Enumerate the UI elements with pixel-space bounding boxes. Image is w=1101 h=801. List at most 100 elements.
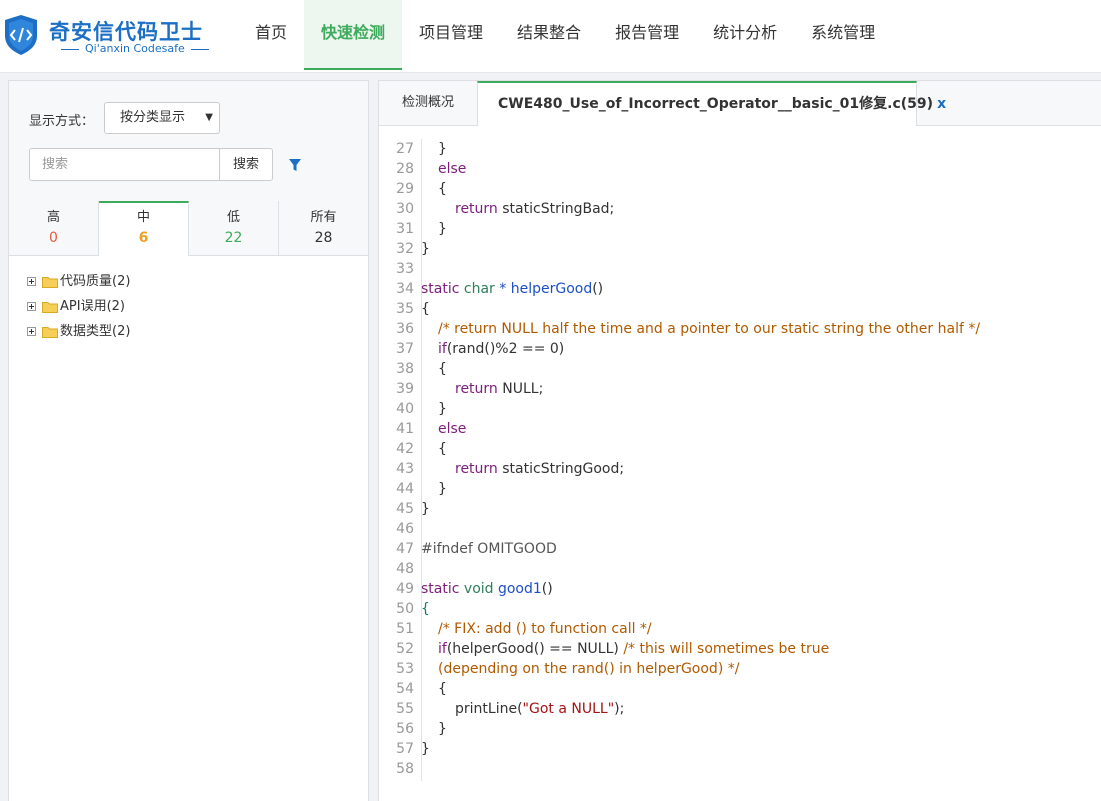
code-token: { (438, 361, 447, 377)
shield-code-icon (5, 15, 37, 55)
tree-item[interactable]: 数据类型(2) (27, 319, 130, 344)
code-text: else (421, 421, 466, 437)
line-number: 31 (396, 221, 414, 237)
close-icon[interactable]: x (937, 96, 946, 112)
display-mode-label: 显示方式： (29, 114, 95, 129)
code-token: return (455, 461, 498, 477)
line-number: 33 (396, 261, 414, 277)
app-logo[interactable]: 奇安信代码卫士 Qi'anxin Codesafe (3, 14, 213, 58)
nav-item[interactable]: 快速检测 (304, 0, 403, 70)
tab-overview[interactable]: 检测概况 (379, 81, 477, 125)
line-number: 36 (396, 321, 414, 337)
code-token: /* return NULL half the time and a point… (438, 321, 981, 337)
code-line: 33 (395, 259, 1095, 279)
code-token: "Got a NULL" (522, 701, 615, 717)
code-line: 32} (395, 239, 1095, 259)
code-line: 50 { (395, 599, 1095, 619)
code-token: } (438, 221, 447, 237)
code-text: /* FIX: add () to function call */ (421, 621, 652, 637)
code-line: 47 #ifndef OMITGOOD (395, 539, 1095, 559)
nav-item[interactable]: 统计分析 (696, 0, 794, 70)
code-line: 57} (395, 739, 1095, 759)
code-text: /* return NULL half the time and a point… (421, 321, 980, 337)
severity-tab[interactable]: 低 22 (189, 201, 279, 255)
code-line: 35 { (395, 299, 1095, 319)
expand-icon[interactable] (27, 277, 36, 286)
severity-tab[interactable]: 高0 (9, 201, 99, 255)
code-text: } (421, 721, 447, 737)
code-line: 48 (395, 559, 1095, 579)
line-number: 49 (396, 581, 414, 597)
code-line: 37 if(rand()%2 == 0) (395, 339, 1095, 359)
code-viewer[interactable]: 27} 28 else 29 {30 return staticStringBad; 31}… (395, 139, 1095, 781)
line-number: 51 (396, 621, 414, 637)
search-input[interactable] (29, 148, 220, 181)
tree-item[interactable]: API误用(2) (27, 294, 130, 319)
code-token: } (438, 481, 447, 497)
tree-item-label: API误用(2) (60, 299, 125, 314)
app-header: 奇安信代码卫士 Qi'anxin Codesafe 首页 快速检测 项目管理 结果整合… (0, 0, 1101, 73)
code-text: } (421, 401, 447, 417)
severity-tab-label: 高 (46, 210, 60, 225)
tree-item[interactable]: 代码质量(2) (27, 269, 130, 294)
line-number: 55 (396, 701, 414, 717)
folder-icon (42, 326, 58, 338)
severity-tab-count: 28 (314, 230, 333, 246)
folder-icon (42, 276, 58, 288)
code-text: } (421, 221, 447, 237)
code-token: return (455, 381, 498, 397)
code-text: else (421, 161, 466, 177)
code-line: 34 static char * helperGood() (395, 279, 1095, 299)
code-token: { (438, 681, 447, 697)
code-token: char (459, 281, 495, 297)
code-text: } (421, 481, 447, 497)
code-token: static (421, 281, 460, 297)
line-number: 41 (396, 421, 414, 437)
line-number: 57 (396, 741, 414, 757)
severity-tab-count: 6 (138, 230, 149, 246)
search-button[interactable]: 搜索 (219, 148, 273, 181)
folder-icon (42, 301, 58, 313)
code-token: () (541, 581, 553, 597)
line-number: 28 (396, 161, 414, 177)
line-number: 54 (396, 681, 414, 697)
line-number: 39 (396, 381, 414, 397)
nav-item[interactable]: 首页 (238, 0, 304, 70)
display-mode-select[interactable]: 按分类显示 ▼ (104, 102, 220, 134)
result-panel: 显示方式： 按分类显示 ▼ 搜索 高0中6低22所有28 代码质量(2) API误… (8, 80, 369, 801)
severity-tab[interactable]: 所有 28 (279, 201, 368, 255)
code-text: } (421, 501, 430, 517)
code-token: /* this will sometimes be true (623, 641, 830, 657)
filter-icon[interactable] (288, 157, 302, 173)
tab-source-file[interactable]: CWE480_Use_of_Incorrect_Operator__basic_… (477, 81, 946, 126)
code-text: (depending on the rand() in helperGood) … (421, 661, 739, 677)
code-line: 46 (395, 519, 1095, 539)
severity-tabs: 高 0 中 6 低 22 所有 28 (9, 201, 368, 256)
nav-item[interactable]: 结果整合 (500, 0, 598, 70)
code-line: 52 if(helperGood() == NULL) /* this will … (395, 639, 1095, 659)
code-text: return staticStringBad; (421, 201, 614, 217)
code-token: return (455, 201, 498, 217)
code-token: NULL; (497, 381, 544, 397)
line-number: 40 (396, 401, 414, 417)
defect-category-tree: 代码质量(2) API误用(2) 数据类型(2) (27, 269, 130, 344)
line-number: 43 (396, 461, 414, 477)
expand-icon[interactable] (27, 302, 36, 311)
line-number: 44 (396, 481, 414, 497)
code-token: staticStringGood; (497, 461, 625, 477)
nav-item[interactable]: 报告管理 (598, 0, 696, 70)
line-number: 53 (396, 661, 414, 677)
severity-tab[interactable]: 中6 (99, 201, 189, 256)
expand-icon[interactable] (27, 327, 36, 336)
nav-item[interactable]: 系统管理 (794, 0, 892, 70)
line-number: 46 (396, 521, 414, 537)
code-token: (helperGood() == NULL) (446, 641, 624, 657)
line-number: 32 (396, 241, 414, 257)
line-number: 30 (396, 201, 414, 217)
code-token: helperGood (510, 281, 593, 297)
code-text: { (421, 601, 430, 617)
severity-tab-count: 22 (224, 230, 243, 246)
tab-bar: 检测概况 CWE480_Use_of_Incorrect_Operator__b… (379, 81, 1101, 126)
nav-item[interactable]: 项目管理 (402, 0, 500, 70)
code-text: return NULL; (421, 381, 543, 397)
